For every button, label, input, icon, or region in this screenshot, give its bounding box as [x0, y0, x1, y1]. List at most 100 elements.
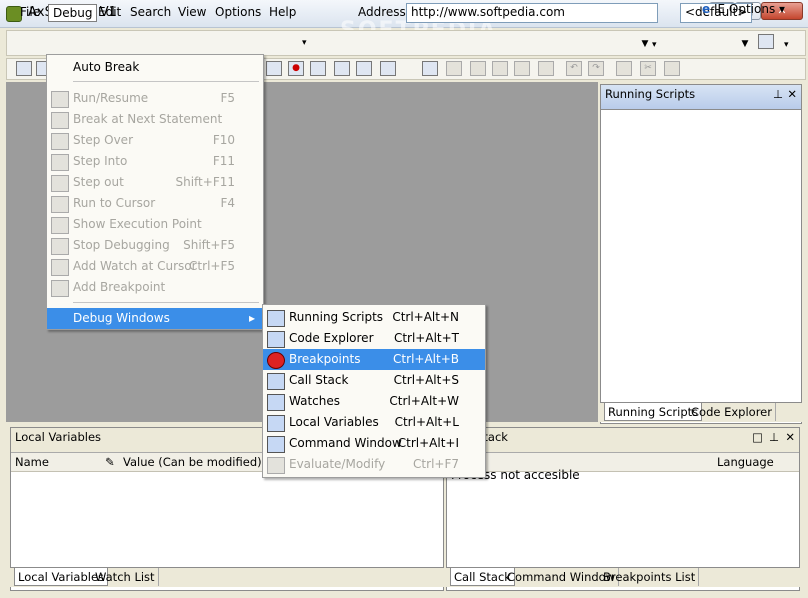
find-prev-icon[interactable] — [492, 61, 508, 76]
pin-icon[interactable]: ⊥ — [773, 87, 783, 101]
menu-help[interactable]: Help — [265, 4, 300, 22]
call-stack-icon — [267, 373, 285, 390]
evaluate-icon — [267, 457, 285, 474]
execution-point-icon — [51, 217, 69, 234]
menu-item-stop-debugging[interactable]: Stop Debugging Shift+F5 — [47, 235, 263, 256]
menu-file[interactable]: File — [16, 4, 44, 22]
call-stack-header: Call Stack □ ⊥ ✕ — [447, 428, 799, 453]
step-icon[interactable] — [266, 61, 282, 76]
add-breakpoint-icon — [51, 280, 69, 297]
pane-close-icon[interactable]: ✕ — [787, 87, 797, 101]
running-scripts-header: Running Scripts ⊥ ✕ — [601, 85, 801, 110]
local-variables-toolbar-icon[interactable] — [310, 61, 326, 76]
debug-windows-submenu: Running Scripts Ctrl+Alt+N Code Explorer C… — [262, 304, 486, 478]
menu-overflow-icon[interactable]: ▾ — [302, 38, 307, 48]
stop-debugging-icon — [51, 238, 69, 255]
breakpoint-toolbar-icon[interactable]: ● — [288, 61, 304, 76]
local-variables-icon — [267, 415, 285, 432]
pin-icon[interactable]: ⊥ — [769, 430, 779, 444]
ie-options-button[interactable]: e IE Options ▾ — [698, 1, 789, 19]
submenu-item-watches[interactable]: Watches Ctrl+Alt+W — [263, 391, 485, 412]
address-overflow-icon[interactable]: ▾ — [652, 40, 657, 50]
menu-item-break-next[interactable]: Break at Next Statement — [47, 109, 263, 130]
menu-item-show-execution-point[interactable]: Show Execution Point — [47, 214, 263, 235]
submenu-item-call-stack[interactable]: Call Stack Ctrl+Alt+S — [263, 370, 485, 391]
menu-edit[interactable]: Edit — [94, 4, 125, 22]
separator — [73, 81, 259, 82]
submenu-arrow-icon: ▸ — [248, 311, 255, 325]
menu-item-step-over[interactable]: Step Over F10 — [47, 130, 263, 151]
separator — [73, 302, 259, 303]
run-to-cursor-icon — [51, 196, 69, 213]
find-id-icon[interactable] — [514, 61, 530, 76]
break-icon — [51, 112, 69, 129]
paste-icon[interactable] — [664, 61, 680, 76]
submenu-item-command-window[interactable]: Command Window Ctrl+Alt+I — [263, 433, 485, 454]
profile-dropdown-icon[interactable]: ▼ — [738, 35, 752, 53]
column-language[interactable]: Language — [717, 455, 774, 469]
menu-debug[interactable]: Debug — [48, 4, 98, 22]
menu-item-auto-break[interactable]: Auto Break — [47, 57, 263, 78]
call-stack-tabs: Call Stack Command Window Breakpoints Li… — [446, 567, 800, 587]
submenu-item-evaluate-modify[interactable]: Evaluate/Modify Ctrl+F7 — [263, 454, 485, 475]
redo-icon[interactable]: ↷ — [588, 61, 604, 76]
breakpoint-icon — [267, 352, 285, 369]
pane-close-icon[interactable]: ✕ — [785, 430, 795, 444]
undo-icon[interactable]: ↶ — [566, 61, 582, 76]
cut-icon[interactable]: ✂ — [640, 61, 656, 76]
menu-item-add-watch[interactable]: Add Watch at Cursor Ctrl+F5 — [47, 256, 263, 277]
address-label: Address — [358, 5, 406, 19]
menu-row — [6, 30, 806, 56]
menu-item-add-breakpoint[interactable]: Add Breakpoint — [47, 277, 263, 298]
minimize-pane-icon[interactable]: □ — [752, 430, 763, 444]
call-stack-toolbar-icon[interactable] — [356, 61, 372, 76]
submenu-item-local-variables[interactable]: Local Variables Ctrl+Alt+L — [263, 412, 485, 433]
running-scripts-pane: Running Scripts ⊥ ✕ — [600, 84, 802, 424]
menu-view[interactable]: View — [174, 4, 210, 22]
submenu-item-breakpoints[interactable]: Breakpoints Ctrl+Alt+B — [263, 349, 485, 370]
new-file-icon[interactable] — [16, 61, 32, 76]
running-scripts-tabs: Running Scripts Code Explorer — [600, 402, 802, 422]
ie-options-label: IE Options — [713, 2, 776, 16]
window-layout-icon[interactable] — [758, 34, 774, 49]
menu-item-run-to-cursor[interactable]: Run to Cursor F4 — [47, 193, 263, 214]
command-window-icon — [267, 436, 285, 453]
menu-item-run-resume[interactable]: Run/Resume F5 — [47, 88, 263, 109]
running-scripts-icon — [267, 310, 285, 327]
command-window-toolbar-icon[interactable] — [380, 61, 396, 76]
debug-menu: Auto Break Run/Resume F5 Break at Next St… — [46, 54, 264, 330]
find-next-icon[interactable] — [470, 61, 486, 76]
local-variables-tabs: Local Variables Watch List — [10, 567, 444, 587]
running-scripts-title: Running Scripts — [605, 87, 696, 101]
copy-icon[interactable] — [616, 61, 632, 76]
local-variables-title: Local Variables — [15, 430, 102, 444]
find-icon[interactable] — [422, 61, 438, 76]
menu-item-debug-windows[interactable]: Debug Windows ▸ — [47, 308, 263, 329]
code-explorer-icon — [267, 331, 285, 348]
menu-search[interactable]: Search — [126, 4, 175, 22]
replace-icon[interactable] — [446, 61, 462, 76]
tab-watch-list[interactable]: Watch List — [92, 568, 159, 586]
tab-breakpoints-list[interactable]: Breakpoints List — [600, 568, 700, 586]
watches-toolbar-icon[interactable] — [334, 61, 350, 76]
menu-item-step-out[interactable]: Step out Shift+F11 — [47, 172, 263, 193]
submenu-item-code-explorer[interactable]: Code Explorer Ctrl+Alt+T — [263, 328, 485, 349]
menu-item-step-into[interactable]: Step Into F11 — [47, 151, 263, 172]
submenu-item-running-scripts[interactable]: Running Scripts Ctrl+Alt+N — [263, 307, 485, 328]
step-into-icon — [51, 154, 69, 171]
column-name[interactable]: Name — [15, 455, 49, 469]
step-over-icon — [51, 133, 69, 150]
layout-overflow-icon[interactable]: ▾ — [784, 40, 789, 50]
tab-code-explorer[interactable]: Code Explorer — [688, 403, 776, 421]
address-dropdown-icon[interactable]: ▼ — [638, 35, 652, 53]
pencil-icon: ✎ — [105, 455, 115, 469]
column-value[interactable]: Value (Can be modified) — [123, 455, 262, 469]
menu-options[interactable]: Options — [211, 4, 265, 22]
watches-icon — [267, 394, 285, 411]
run-icon — [51, 91, 69, 108]
stop-icon[interactable] — [538, 61, 554, 76]
step-out-icon — [51, 175, 69, 192]
add-watch-icon — [51, 259, 69, 276]
ie-icon: e — [702, 2, 711, 16]
address-input[interactable]: http://www.softpedia.com — [406, 3, 658, 23]
